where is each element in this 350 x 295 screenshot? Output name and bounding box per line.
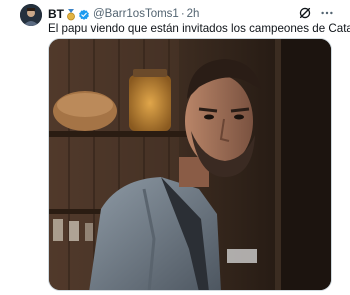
tweet-media-image[interactable] <box>48 38 332 291</box>
separator-dot: · <box>180 8 185 20</box>
tweet-header: BT @Barr1osToms1 · 2h <box>48 6 199 22</box>
handle[interactable]: @Barr1osToms1 <box>93 8 179 20</box>
timestamp[interactable]: 2h <box>187 8 200 20</box>
more-options-icon[interactable] <box>320 6 334 20</box>
avatar[interactable] <box>20 4 42 26</box>
medal-icon <box>66 8 76 21</box>
display-name[interactable]: BT <box>48 7 64 21</box>
person-peeking-photo <box>49 39 331 290</box>
verified-badge-icon <box>78 8 90 20</box>
grok-icon[interactable] <box>298 6 312 20</box>
tweet-text: El papu viendo que están invitados los c… <box>48 22 350 35</box>
header-actions <box>298 6 334 20</box>
tweet[interactable]: BT @Barr1osToms1 · 2h El papu viendo que… <box>0 0 350 295</box>
